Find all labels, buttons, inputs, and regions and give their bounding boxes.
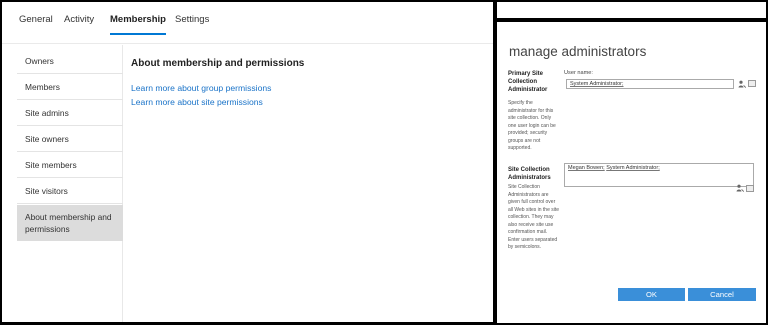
manage-administrators-dialog: manage administrators Primary Site Colle… bbox=[497, 22, 766, 323]
sidebar-item-owners[interactable]: Owners bbox=[17, 48, 123, 74]
site-settings-panel: General Activity Membership Settings Own… bbox=[2, 2, 493, 322]
ok-button[interactable]: OK bbox=[618, 288, 685, 301]
collection-admins-input[interactable]: Megan Bowen; System Administrator; bbox=[564, 163, 754, 187]
admin-user-system: System Administrator; bbox=[606, 165, 660, 171]
sidebar-item-members[interactable]: Members bbox=[17, 74, 123, 100]
admin-user-megan: Megan Bowen; bbox=[568, 165, 605, 171]
sidebar-item-site-owners[interactable]: Site owners bbox=[17, 126, 123, 152]
sidebar-item-about-membership[interactable]: About membership and permissions bbox=[17, 205, 123, 241]
collection-admins-description: Site Collection Administrators are given… bbox=[508, 184, 560, 250]
primary-admin-description: Specify the administrator for this site … bbox=[508, 100, 556, 151]
primary-admin-input[interactable]: System Administrator; bbox=[566, 79, 734, 89]
user-name-label: User name: bbox=[564, 70, 593, 76]
sidebar-item-site-visitors[interactable]: Site visitors bbox=[17, 178, 123, 204]
tab-membership[interactable]: Membership bbox=[110, 14, 166, 35]
blank-strip bbox=[497, 2, 766, 18]
tab-general[interactable]: General bbox=[19, 14, 53, 33]
people-picker-icon[interactable] bbox=[736, 184, 744, 192]
tab-settings[interactable]: Settings bbox=[175, 14, 209, 33]
address-book-icon[interactable] bbox=[746, 185, 754, 192]
dialog-title: manage administrators bbox=[509, 44, 647, 59]
primary-admin-title: Primary Site Collection Administrator bbox=[508, 71, 548, 93]
sidebar-nav: Owners Members Site admins Site owners S… bbox=[2, 45, 123, 322]
sidebar-item-site-admins[interactable]: Site admins bbox=[17, 100, 123, 126]
content-heading: About membership and permissions bbox=[131, 58, 305, 69]
tab-activity[interactable]: Activity bbox=[64, 14, 94, 33]
site-permissions-link[interactable]: Learn more about site permissions bbox=[131, 97, 304, 107]
cancel-button[interactable]: Cancel bbox=[688, 288, 756, 301]
collection-admins-title: Site Collection Administrators bbox=[508, 167, 551, 181]
sidebar-item-site-members[interactable]: Site members bbox=[17, 152, 123, 178]
content-area: About membership and permissions Learn m… bbox=[131, 58, 304, 111]
people-picker-icon[interactable] bbox=[738, 80, 746, 88]
tab-bar: General Activity Membership Settings bbox=[2, 2, 493, 44]
group-permissions-link[interactable]: Learn more about group permissions bbox=[131, 83, 304, 93]
address-book-icon[interactable] bbox=[748, 80, 756, 87]
